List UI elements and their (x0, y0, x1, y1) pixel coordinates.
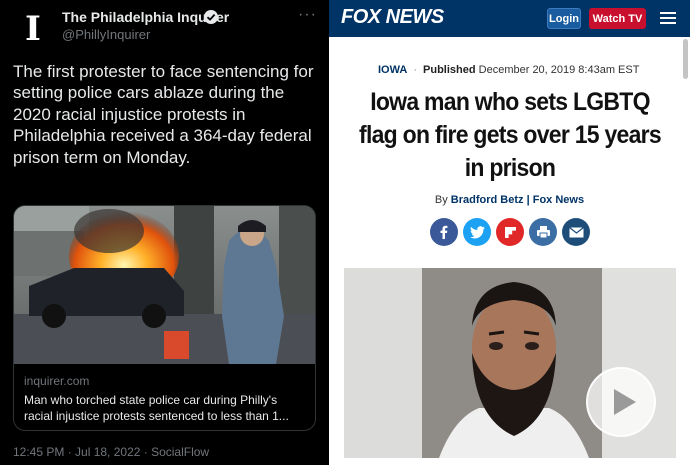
author-link[interactable]: Bradford Betz (451, 194, 524, 206)
inquirer-logo-glyph: I (25, 9, 41, 49)
byline-separator: | (526, 194, 530, 206)
hamburger-menu-icon[interactable] (660, 12, 676, 24)
fox-news-logo[interactable]: FOX NEWS (341, 6, 444, 29)
twitter-icon[interactable] (463, 218, 491, 246)
source-link[interactable]: Fox News (533, 194, 584, 206)
email-icon[interactable] (562, 218, 590, 246)
flipboard-icon[interactable] (496, 218, 524, 246)
category-link[interactable]: IOWA (378, 64, 407, 76)
card-domain: inquirer.com (24, 374, 90, 388)
link-card[interactable]: inquirer.com Man who torched state polic… (13, 205, 316, 431)
scrollbar[interactable] (683, 39, 688, 79)
article-kicker: IOWA · Published December 20, 2019 8:43am … (378, 64, 639, 76)
more-options-icon[interactable]: ··· (298, 6, 317, 24)
site-header: FOX NEWS Login Watch TV (329, 0, 690, 37)
login-button[interactable]: Login (547, 8, 581, 29)
separator-dot: · (413, 64, 418, 76)
account-avatar[interactable]: I (12, 8, 54, 50)
play-button[interactable] (586, 367, 656, 437)
verified-badge-icon (204, 10, 218, 24)
article-headline: Iowa man who sets LGBTQ flag on fire get… (359, 88, 662, 182)
byline: By Bradford Betz | Fox News (329, 194, 690, 206)
byline-prefix: By (434, 194, 448, 206)
share-buttons (430, 218, 590, 246)
published-date: December 20, 2019 8:43am EST (478, 64, 640, 76)
card-image (14, 206, 315, 364)
card-title: Man who torched state police car during … (24, 393, 289, 423)
fox-news-panel: FOX NEWS Login Watch TV IOWA · Published D… (329, 0, 690, 465)
account-handle[interactable]: @PhillyInquirer (62, 27, 150, 42)
tweet-meta: 12:45 PM · Jul 18, 2022 · SocialFlow (13, 445, 210, 459)
tweet-panel: I The Philadelphia Inquirer @PhillyInqui… (0, 0, 329, 465)
facebook-icon[interactable] (430, 218, 458, 246)
video-player[interactable] (344, 268, 676, 458)
tweet-text: The first protester to face sentencing f… (13, 62, 314, 167)
published-label: Published (423, 64, 476, 76)
print-icon[interactable] (529, 218, 557, 246)
watch-tv-button[interactable]: Watch TV (589, 8, 646, 29)
